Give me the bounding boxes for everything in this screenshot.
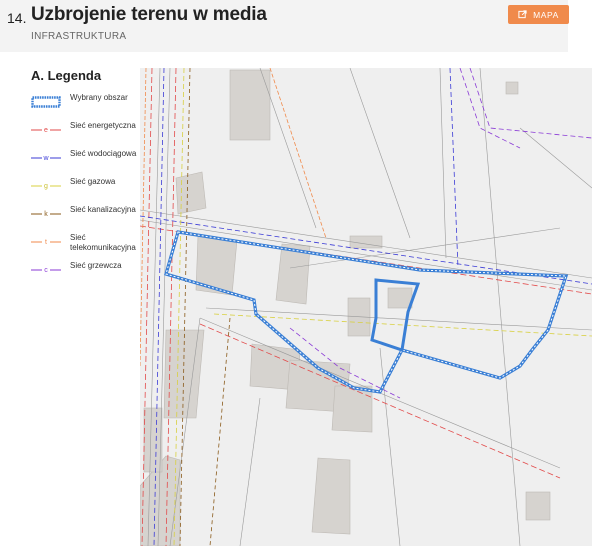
building — [175, 171, 207, 215]
legend-item-label: Sieć kanalizacyjna — [70, 205, 136, 214]
power-line-icon: e — [31, 127, 61, 134]
sewer-line-icon: k — [31, 211, 61, 218]
building — [505, 81, 519, 95]
telecom-line-icon: t — [31, 239, 61, 246]
section-number: 14. — [7, 10, 27, 26]
svg-text:t: t — [45, 239, 47, 246]
heating-line-icon: c — [31, 267, 61, 274]
legend-title: A. Legenda — [31, 68, 102, 83]
page-title: Uzbrojenie terenu w media — [31, 4, 267, 25]
legend-item-label: Sieć energetyczna — [70, 121, 136, 130]
building — [229, 69, 271, 141]
utility-map-drawing — [140, 68, 592, 546]
legend-item-heating: c Sieć grzewcza — [31, 260, 143, 288]
section-subtitle: INFRASTRUKTURA — [31, 31, 127, 42]
legend-item-selected-area: Wybrany obszar — [31, 92, 143, 120]
building — [387, 287, 413, 309]
svg-text:w: w — [42, 155, 49, 162]
water-line-icon: w — [31, 155, 61, 162]
gas-line-icon: g — [31, 183, 61, 190]
legend: A. Legenda Wybrany obszar e Sieć energet… — [31, 68, 143, 288]
map-button-label: MAPA — [533, 9, 559, 20]
legend-item-power: e Sieć energetyczna — [31, 120, 143, 148]
legend-item-sewer: k Sieć kanalizacyjna — [31, 204, 143, 232]
svg-text:g: g — [44, 183, 48, 190]
building — [311, 457, 351, 535]
legend-item-water: w Sieć wodociągowa — [31, 148, 143, 176]
legend-item-label: Sieć wodociągowa — [70, 149, 137, 158]
legend-item-label: Sieć gazowa — [70, 177, 116, 186]
selected-area-icon — [31, 96, 61, 108]
building — [331, 385, 373, 433]
utility-map[interactable] — [140, 68, 592, 546]
legend-item-label: Sieć telekomunikacyjna — [70, 233, 136, 252]
section-header: 14. Uzbrojenie terenu w media INFRASTRUK… — [0, 0, 568, 52]
building — [143, 407, 163, 473]
legend-item-telecom: t Sieć telekomunikacyjna — [31, 232, 143, 260]
svg-text:e: e — [44, 127, 48, 134]
external-link-icon — [518, 10, 527, 19]
building — [349, 235, 383, 249]
legend-item-label: Sieć grzewcza — [70, 261, 122, 270]
map-button[interactable]: MAPA — [508, 5, 569, 24]
building — [525, 491, 551, 521]
legend-item-label: Wybrany obszar — [70, 93, 128, 102]
svg-text:k: k — [44, 211, 48, 218]
legend-item-gas: g Sieć gazowa — [31, 176, 143, 204]
svg-text:c: c — [44, 267, 48, 274]
